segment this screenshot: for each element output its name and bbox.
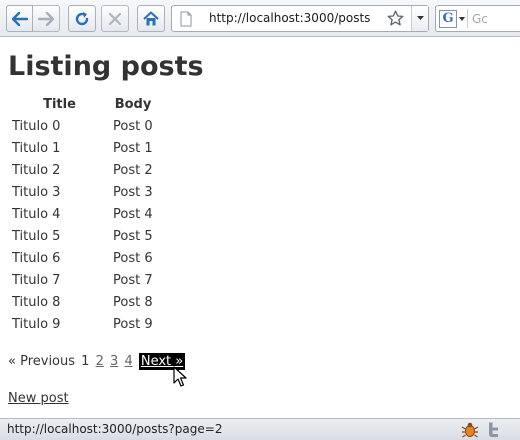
search-input[interactable] <box>472 7 520 30</box>
mouse-cursor-icon <box>173 366 187 387</box>
table-row: Titulo 9 Post 9 <box>10 314 155 334</box>
new-post-link[interactable]: New post <box>8 391 69 406</box>
home-button[interactable] <box>137 5 165 32</box>
pagination-page-4[interactable]: 4 <box>124 354 132 369</box>
cell-body: Post 7 <box>113 272 153 288</box>
url-text[interactable]: http://localhost:3000/posts <box>209 11 370 25</box>
page-icon <box>180 11 192 27</box>
search-divider <box>467 9 468 28</box>
table-row: Titulo 5 Post 5 <box>10 226 155 246</box>
cell-title: Titulo 9 <box>12 316 61 332</box>
table-row: Titulo 3 Post 3 <box>10 182 155 202</box>
pagination: « Previous 1 2 3 4 Next » <box>8 353 187 370</box>
cell-body: Post 5 <box>113 228 153 244</box>
cell-title: Titulo 0 <box>12 118 61 134</box>
table-row: Titulo 7 Post 7 <box>10 270 155 290</box>
table-row: Titulo 1 Post 1 <box>10 138 155 158</box>
cell-title: Titulo 2 <box>12 162 61 178</box>
table-row: Titulo 4 Post 4 <box>10 204 155 224</box>
table-row: Titulo 0 Post 0 <box>10 116 155 136</box>
star-icon[interactable] <box>387 10 404 27</box>
pagination-page-2[interactable]: 2 <box>96 354 104 369</box>
cell-title: Titulo 3 <box>12 184 61 200</box>
arrow-right-icon <box>38 11 54 26</box>
back-button[interactable] <box>6 5 33 32</box>
cell-body: Post 6 <box>113 250 153 266</box>
twitter-icon[interactable] <box>484 421 500 439</box>
url-dropdown-button[interactable] <box>411 6 428 31</box>
reload-icon <box>75 11 89 25</box>
cell-title: Titulo 8 <box>12 294 61 310</box>
status-bar: http://localhost:3000/posts?page=2 <box>0 418 520 440</box>
cell-title: Titulo 7 <box>12 272 61 288</box>
url-bar[interactable]: http://localhost:3000/posts <box>171 5 429 32</box>
arrow-left-icon <box>11 11 28 26</box>
stop-icon <box>109 12 121 25</box>
status-text: http://localhost:3000/posts?page=2 <box>7 422 223 436</box>
column-header-title: Title <box>43 96 76 112</box>
posts-table: Title Body Titulo 0 Post 0 Titulo 1 Post… <box>8 92 157 336</box>
page-title: Listing posts <box>8 51 204 82</box>
browser-toolbar: http://localhost:3000/posts G <box>0 0 520 37</box>
stop-button[interactable] <box>101 5 129 32</box>
cell-body: Post 1 <box>113 140 153 156</box>
cell-body: Post 3 <box>113 184 153 200</box>
firebug-icon[interactable] <box>461 421 479 439</box>
page-content: Listing posts Title Body Titulo 0 Post 0… <box>8 38 520 418</box>
table-header-row: Title Body <box>10 94 155 114</box>
home-icon <box>143 11 159 25</box>
cell-body: Post 2 <box>113 162 153 178</box>
cell-title: Titulo 6 <box>12 250 61 266</box>
table-row: Titulo 6 Post 6 <box>10 248 155 268</box>
cell-body: Post 8 <box>113 294 153 310</box>
search-engine-icon[interactable]: G <box>439 10 457 28</box>
search-bar[interactable]: G <box>435 5 520 32</box>
pagination-previous: « Previous <box>8 354 76 369</box>
forward-button[interactable] <box>33 5 60 32</box>
column-header-body: Body <box>114 96 152 112</box>
cell-title: Titulo 4 <box>12 206 61 222</box>
chevron-down-icon <box>417 16 424 20</box>
cell-title: Titulo 5 <box>12 228 61 244</box>
cell-body: Post 0 <box>113 118 153 134</box>
cell-body: Post 9 <box>113 316 153 332</box>
reload-button[interactable] <box>68 5 96 32</box>
table-row: Titulo 8 Post 8 <box>10 292 155 312</box>
cell-body: Post 4 <box>113 206 153 222</box>
cell-title: Titulo 1 <box>12 140 61 156</box>
chevron-down-icon[interactable] <box>459 17 465 21</box>
pagination-current-page: 1 <box>81 354 90 369</box>
table-row: Titulo 2 Post 2 <box>10 160 155 180</box>
pagination-page-3[interactable]: 3 <box>110 354 118 369</box>
